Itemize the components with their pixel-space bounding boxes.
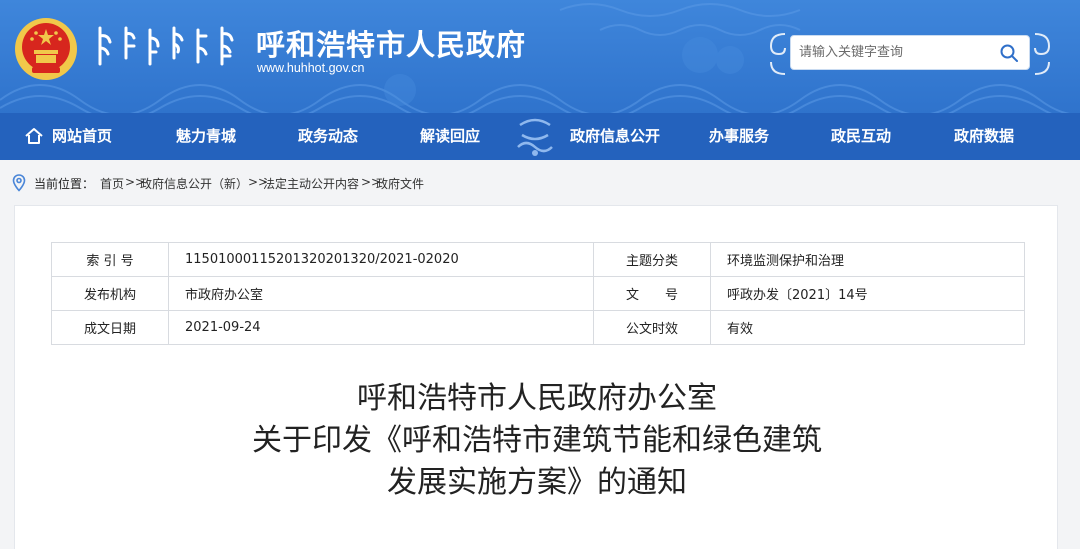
document-title: 呼和浩特市人民政府办公室 关于印发《呼和浩特市建筑节能和绿色建筑 发展实施方案》…: [15, 378, 1059, 504]
nav-item-services[interactable]: 办事服务: [709, 113, 769, 160]
nav-item-home[interactable]: 网站首页: [52, 113, 112, 160]
document-meta-table: 索 引 号 11501000115201320201320/2021-02020…: [51, 242, 1025, 345]
nav-item-interpretation[interactable]: 解读回应: [420, 113, 480, 160]
document-title-line: 发展实施方案》的通知: [387, 465, 687, 500]
table-row: 索 引 号 11501000115201320201320/2021-02020…: [51, 242, 1025, 277]
nav-item-government-news[interactable]: 政务动态: [298, 113, 358, 160]
breadcrumb-label: 当前位置：: [34, 177, 95, 191]
meta-key-category: 主题分类: [593, 242, 711, 277]
document-title-line: 呼和浩特市人民政府办公室: [357, 381, 717, 416]
breadcrumb-home[interactable]: 首页: [100, 175, 124, 192]
location-pin-icon: [12, 174, 26, 192]
meta-value-index: 11501000115201320201320/2021-02020: [168, 242, 594, 277]
breadcrumb-statutory-content[interactable]: 法定主动公开内容: [263, 175, 359, 192]
meta-value-doc-number: 呼政办发〔2021〕14号: [710, 276, 1025, 311]
meta-key-doc-number: 文 号: [593, 276, 711, 311]
breadcrumb-government-documents[interactable]: 政府文件: [376, 175, 424, 192]
meta-value-category: 环境监测保护和治理: [710, 242, 1025, 277]
site-url: www.huhhot.gov.cn: [257, 61, 365, 75]
meta-value-validity: 有效: [710, 310, 1025, 345]
search-box: [790, 35, 1030, 70]
table-row: 成文日期 2021-09-24 公文时效 有效: [51, 310, 1025, 345]
site-title: 呼和浩特市人民政府: [256, 28, 527, 62]
document-panel: 索 引 号 11501000115201320201320/2021-02020…: [14, 205, 1058, 549]
table-row: 发布机构 市政府办公室 文 号 呼政办发〔2021〕14号: [51, 276, 1025, 311]
breadcrumb-info-disclosure[interactable]: 政府信息公开（新）: [140, 175, 248, 192]
nav-item-charm-qingcheng[interactable]: 魅力青城: [176, 113, 236, 160]
nav-item-government-data[interactable]: 政府数据: [954, 113, 1014, 160]
mongolian-script-logo: [98, 26, 234, 66]
search-icon[interactable]: [999, 43, 1019, 63]
nav-ornament-icon: [510, 113, 560, 160]
site-header: 呼和浩特市人民政府 www.huhhot.gov.cn: [0, 0, 1080, 113]
national-emblem-icon: [15, 18, 77, 80]
search-input[interactable]: [799, 36, 994, 69]
meta-key-validity: 公文时效: [593, 310, 711, 345]
meta-key-date: 成文日期: [51, 310, 169, 345]
document-title-line: 关于印发《呼和浩特市建筑节能和绿色建筑: [252, 423, 822, 458]
meta-key-publisher: 发布机构: [51, 276, 169, 311]
nav-item-interaction[interactable]: 政民互动: [831, 113, 891, 160]
meta-value-date: 2021-09-24: [168, 310, 594, 345]
breadcrumb: 当前位置： 首页 >> 政府信息公开（新） >> 法定主动公开内容 >> 政府文…: [0, 160, 1080, 205]
meta-key-index: 索 引 号: [51, 242, 169, 277]
nav-item-info-disclosure[interactable]: 政府信息公开: [570, 113, 660, 160]
meta-value-publisher: 市政府办公室: [168, 276, 594, 311]
home-icon[interactable]: [23, 125, 45, 147]
